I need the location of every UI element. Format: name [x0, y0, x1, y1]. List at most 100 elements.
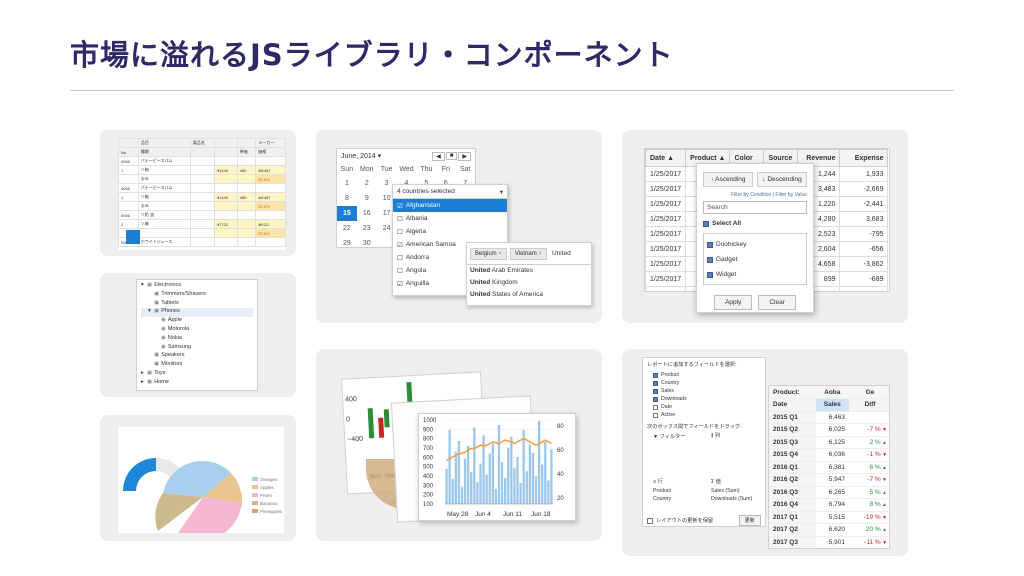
field-item[interactable]: Product — [653, 371, 761, 379]
field-item[interactable]: Sales — [653, 387, 761, 395]
country-option[interactable]: ☑ Afghanistan — [393, 199, 507, 212]
table-row[interactable]: 1 ソ箱 ¥1440 480 46/487 — [118, 165, 286, 175]
tree-item[interactable]: ◉ Nokia — [141, 335, 253, 344]
tree-item[interactable]: ▣ Speakers — [141, 352, 253, 361]
tree-checkbox[interactable]: ▣ — [154, 300, 159, 306]
row-field[interactable]: Product — [653, 488, 671, 494]
clear-button[interactable]: Clear — [758, 295, 796, 310]
pivot-row[interactable]: 2017 Q1 5,515 -19 % ▼ — [769, 511, 889, 524]
suggestion-item[interactable]: United Kingdom — [470, 279, 588, 291]
table-row[interactable]: おみ 25.6% — [118, 201, 286, 211]
tree-checkbox[interactable]: ◉ — [161, 335, 166, 341]
filter-mode-links[interactable]: Filter by Condition | Filter by Value — [703, 192, 807, 198]
table-row[interactable]: 0006 パテーピースパム — [118, 183, 286, 193]
pivot-row[interactable]: 2017 Q3 5,901 -11 % ▼ — [769, 536, 889, 548]
country-option[interactable]: ☐ Albania — [393, 212, 507, 225]
next-month-button[interactable]: ▶ — [458, 151, 471, 161]
tree-item[interactable]: ▸ ▣ Toys — [141, 370, 253, 379]
tree-checkbox[interactable]: ◉ — [161, 344, 166, 350]
field-checkbox[interactable] — [653, 404, 658, 410]
tree-item[interactable]: ▾ ▣ Phones — [141, 308, 253, 318]
table-row[interactable]: おみ 25.6% — [118, 174, 286, 184]
select-all-checkbox[interactable] — [703, 220, 709, 227]
tree-item[interactable]: ▣ Trimmers/Shavers — [141, 291, 253, 300]
close-icon[interactable]: × — [497, 251, 502, 257]
calendar-day[interactable]: 29 — [337, 236, 357, 251]
country-option[interactable]: ☐ Algeria — [393, 225, 507, 238]
tag-chip[interactable]: Vietnam × — [509, 247, 547, 260]
field-checkbox[interactable] — [653, 388, 658, 394]
sort-ascending-button[interactable]: ↑ Ascending — [703, 172, 753, 187]
chk on[interactable] — [707, 241, 713, 248]
tree-item[interactable]: ▸ ▣ Home — [141, 379, 253, 388]
option-checkbox[interactable]: ☑ — [397, 202, 403, 210]
option-checkbox[interactable]: ☐ — [397, 254, 403, 262]
tree-checkbox[interactable]: ▣ — [154, 352, 159, 358]
pivot-row[interactable]: 2016 Q1 6,381 6 % ▲ — [769, 461, 889, 474]
pivot-row[interactable]: 2016 Q2 5,947 -7 % ▼ — [769, 473, 889, 487]
value-field[interactable]: Downloads (Sum) — [711, 496, 755, 502]
pivot-row[interactable]: 2015 Q4 6,036 -1 % ▼ — [769, 448, 889, 462]
pivot-row[interactable]: 2015 Q1 6,463 — [769, 411, 889, 424]
option-checkbox[interactable]: ☐ — [397, 228, 403, 236]
tree-checkbox[interactable]: ▣ — [147, 282, 152, 288]
filter-value-item[interactable]: Gadget — [707, 252, 803, 267]
suggestion-item[interactable]: United Arab Emirates — [470, 267, 588, 279]
calendar-day[interactable]: 16 — [357, 206, 377, 221]
pivot-row[interactable]: 2016 Q4 6,794 8 % ▲ — [769, 498, 889, 512]
field-checkbox[interactable] — [653, 396, 658, 402]
tree-checkbox[interactable]: ▣ — [154, 361, 159, 367]
field-item[interactable]: Country — [653, 379, 761, 387]
calendar-day[interactable]: 1 — [337, 176, 357, 191]
option-checkbox[interactable]: ☐ — [397, 215, 403, 223]
calendar-day[interactable]: 30 — [357, 236, 377, 251]
tree-item[interactable]: ▣ Monitors — [141, 361, 253, 370]
column-header[interactable]: Date ▲ — [645, 149, 687, 167]
tree-checkbox[interactable]: ▣ — [154, 291, 159, 297]
table-row[interactable]: 2 ソ箱 ¥7722 ¥6/2/2 — [118, 219, 286, 229]
apply-button[interactable]: Apply — [714, 295, 753, 310]
filter-value-item[interactable]: Widget — [707, 267, 803, 282]
tag-input[interactable]: United — [552, 250, 571, 257]
column-header[interactable]: Expense — [839, 149, 889, 167]
defer-update-checkbox[interactable] — [647, 517, 653, 524]
filter-value-item[interactable]: Doohickey — [707, 237, 803, 252]
field-checkbox[interactable] — [653, 380, 658, 386]
value-field[interactable]: Sales (Sum) — [711, 488, 755, 494]
calendar-day[interactable]: 9 — [357, 191, 377, 206]
field-item[interactable]: Active — [653, 411, 761, 419]
pivot-row[interactable]: 2017 Q2 6,620 20 % ▲ — [769, 523, 889, 537]
calendar-day[interactable]: 15 — [337, 206, 357, 221]
field-item[interactable]: Downloads — [653, 395, 761, 403]
tree-item[interactable]: ▾ ▣ Electronics — [141, 282, 253, 291]
tree-item[interactable]: ◉ Motorola — [141, 326, 253, 335]
table-row[interactable]: 0000ホワイトジュース — [118, 237, 286, 247]
chk on[interactable] — [707, 271, 713, 278]
option-checkbox[interactable]: ☑ — [397, 280, 403, 288]
calendar-day[interactable]: 23 — [357, 221, 377, 236]
tree-item[interactable]: ◉ Apple — [141, 317, 253, 326]
update-button[interactable]: 更新 — [738, 515, 761, 526]
tree-checkbox[interactable]: ▣ — [147, 379, 152, 385]
option-checkbox[interactable]: ☐ — [397, 267, 403, 275]
close-icon[interactable]: × — [537, 251, 542, 257]
calendar-month[interactable]: June, 2014 ▾ — [341, 152, 381, 160]
field-item[interactable]: Date — [653, 403, 761, 411]
tree-item[interactable]: ◉ Samsung — [141, 344, 253, 353]
option-checkbox[interactable]: ☑ — [397, 241, 403, 249]
table-row[interactable]: 25.6% — [118, 228, 286, 238]
pivot-row[interactable]: 2015 Q2 6,025 -7 % ▼ — [769, 423, 889, 437]
filter-search-input[interactable]: Search — [703, 201, 807, 214]
pivot-row[interactable]: 2016 Q3 6,265 5 % ▲ — [769, 486, 889, 499]
field-checkbox[interactable] — [653, 412, 658, 418]
pivot-row[interactable]: 2015 Q3 6,125 2 % ▲ — [769, 436, 889, 449]
table-row[interactable]: 0006 ソ奶 油 — [118, 210, 286, 220]
row-field[interactable]: Country — [653, 496, 671, 502]
prev-month-button[interactable]: ◀ — [432, 151, 445, 161]
tree-checkbox[interactable]: ▣ — [154, 308, 159, 314]
field-checkbox[interactable] — [653, 372, 658, 378]
today-button[interactable]: ■ — [445, 152, 458, 160]
table-row[interactable]: 0006 パテーピースパム — [118, 156, 286, 166]
tree-item[interactable]: ▣ Tablets — [141, 300, 253, 309]
calendar-day[interactable]: 2 — [357, 176, 377, 191]
